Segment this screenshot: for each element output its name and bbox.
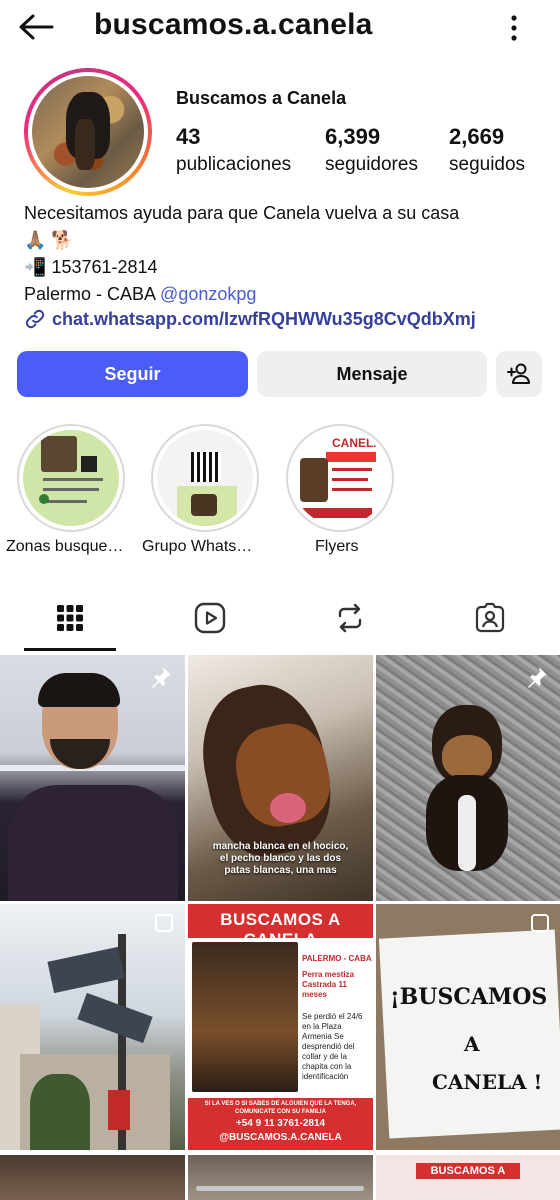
bio-phone: 153761-2814 [51,257,158,277]
post-2-caption: mancha blanca en el hocico, el pecho bla… [212,841,349,876]
pin-icon [525,665,549,694]
profile-username: buscamos.a.canela [94,8,373,41]
bio-line-2: 🙏🏽 🐕 [24,230,74,250]
tagged-icon [475,602,505,633]
highlight-grupo[interactable]: Grupo Whats… [142,424,260,555]
reels-icon [194,602,226,634]
highlight-zonas[interactable]: Zonas busque… [6,424,126,555]
message-button[interactable]: Mensaje [257,351,487,397]
highlight-flyers[interactable]: CANELA Flyers [285,424,395,555]
bio-link-text: chat.whatsapp.com/IzwfRQHWWu35g8CvQdbXmj [52,308,476,329]
add-person-icon [507,363,530,384]
post-2[interactable]: mancha blanca en el hocico, el pecho bla… [188,655,373,901]
bio-location-line: Palermo - CABA @gonzokpg [24,281,544,308]
stat-following[interactable]: 2,669 seguidos [449,124,525,176]
suggested-users-button[interactable] [496,351,542,397]
tab-tagged[interactable] [420,586,560,650]
post-5[interactable]: BUSCAMOS A CANELA PALERMO - CABA Perra m… [188,904,373,1150]
stat-following-count: 2,669 [449,124,505,149]
stat-following-label: seguidos [449,154,526,175]
active-tab-indicator [24,648,116,651]
profile-tabs [0,586,560,652]
reposts-icon [338,603,362,633]
post-1[interactable] [0,655,185,901]
posts-grid-next-row: BUSCAMOS A [0,1155,560,1200]
peek-poster-title: BUSCAMOS A [416,1163,520,1179]
follow-button[interactable]: Seguir [17,351,248,397]
bio: Necesitamos ayuda para que Canela vuelva… [24,200,544,308]
post-3[interactable] [376,655,560,901]
stat-posts-label: publicaciones [176,154,292,175]
poster-description: Perra mestiza Castrada 11 meses [302,970,355,999]
home-indicator [196,1186,364,1191]
pin-icon [149,665,173,694]
carousel-icon [531,914,549,932]
avatar [32,76,144,188]
phone-icon: 📲 [24,257,47,277]
link-icon [25,309,45,329]
poster-details: Se perdió el 24/6 en la Plaza Armenia Se… [302,1012,363,1081]
tab-reels[interactable] [140,586,280,650]
stat-followers[interactable]: 6,399 seguidores [325,124,418,176]
tab-reposts[interactable] [280,586,420,650]
stat-followers-count: 6,399 [325,124,381,149]
highlight-label: Flyers [315,538,359,555]
post-4[interactable] [0,904,185,1150]
stat-posts[interactable]: 43 publicaciones [176,124,291,176]
bio-location: Palermo - CABA [24,284,161,304]
poster-handle: @BUSCAMOS.A.CANELA [219,1132,342,1143]
sign-word-1: ¡BUSCAMOS [390,984,548,1010]
carousel-icon [155,914,173,932]
poster-location: PALERMO - CABA [302,954,372,963]
bio-phone-line: 📲 153761-2814 [24,254,544,281]
bio-line-1: Necesitamos ayuda para que Canela vuelva… [24,203,460,223]
sign-word-2: A [464,1032,480,1056]
poster-call-to-action: SI LA VES O SI SABES DE ALGUIEN QUE LA T… [204,1101,357,1115]
bio-link[interactable]: chat.whatsapp.com/IzwfRQHWWu35g8CvQdbXmj [24,308,476,330]
top-bar: buscamos.a.canela [0,0,560,56]
grid-icon [57,605,83,631]
bio-mention[interactable]: @gonzokpg [160,284,256,304]
more-options-icon[interactable] [502,12,526,44]
tab-posts[interactable] [0,586,140,650]
back-arrow-icon[interactable] [16,10,56,44]
highlight-label: Grupo Whats… [142,538,253,555]
display-name: Buscamos a Canela [176,88,347,108]
story-ring[interactable] [24,68,152,196]
post-6[interactable]: ¡BUSCAMOS A CANELA ! [376,904,560,1150]
poster-phone: +54 9 11 3761-2814 [235,1118,326,1129]
highlight-label: Zonas busque… [6,538,124,555]
sign-word-3: CANELA ! [432,1070,543,1094]
stat-posts-count: 43 [176,124,201,149]
stat-followers-label: seguidores [325,154,418,175]
